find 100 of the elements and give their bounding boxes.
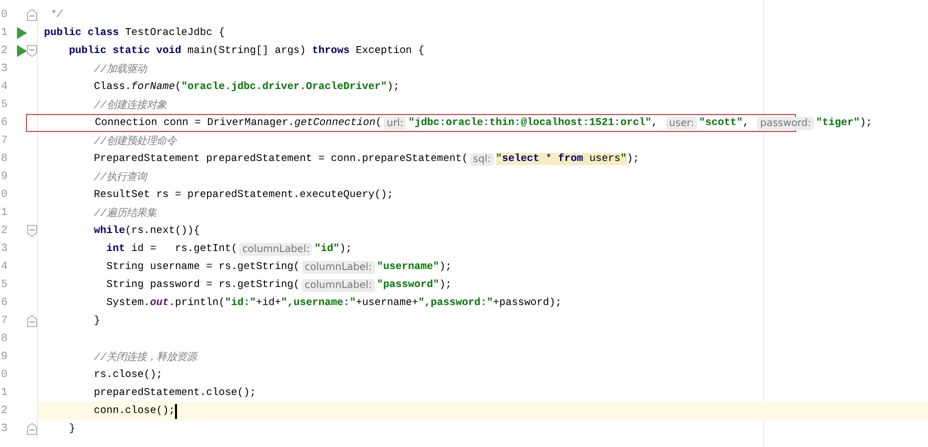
line-number: 0	[0, 369, 9, 381]
keyword: select	[502, 153, 540, 165]
parameter-hint: columnLabel:	[302, 260, 375, 274]
code-text: getConnection	[294, 117, 376, 129]
code-text: ,	[652, 117, 659, 129]
keyword: public class	[44, 27, 119, 39]
line-number: 0	[0, 189, 9, 201]
string-literal: "password"	[376, 279, 440, 291]
line-number: 1	[0, 387, 9, 399]
code-text: +id+	[256, 297, 281, 309]
code-text: conn.close();	[92, 405, 175, 417]
code-text: PreparedStatement preparedStatement = conn.prepareStatement(	[92, 153, 468, 165]
string-literal: "oracle.jdbc.driver.OracleDriver"	[181, 81, 387, 93]
line-number: 0	[0, 9, 9, 21]
string-literal: "	[496, 153, 502, 165]
parameter-hint: columnLabel:	[239, 242, 312, 256]
string-literal: "id"	[314, 243, 340, 255]
string-literal: ",username:"	[281, 297, 356, 309]
string-literal: "tiger"	[816, 117, 860, 129]
code-comment: //加载驱动	[92, 62, 146, 76]
line-number: 7	[0, 135, 9, 147]
code-text: );	[439, 279, 452, 291]
fold-icon[interactable]	[27, 45, 37, 57]
fold-icon[interactable]	[27, 423, 37, 435]
code-text: ResultSet rs = preparedStatement.executeQuery();	[92, 189, 394, 201]
line-number: 2	[0, 45, 9, 57]
code-text: String username = rs.getString(	[105, 261, 300, 273]
keyword: from	[558, 153, 584, 165]
code-text: Class.	[92, 81, 132, 93]
code-text: users	[583, 153, 620, 165]
line-number: 5	[0, 279, 9, 291]
line-number: 3	[0, 423, 9, 435]
code-text: (rs.next()){	[125, 225, 200, 237]
code-text: );	[386, 81, 400, 93]
code-text: +password);	[493, 297, 562, 309]
code-comment: //关闭连接，释放资源	[92, 350, 196, 364]
code-text: (	[174, 81, 182, 93]
line-number: 3	[0, 243, 9, 255]
string-literal: ",password:"	[418, 297, 494, 309]
string-literal: "id:"	[224, 297, 256, 309]
string-literal: "scott"	[699, 117, 743, 129]
parameter-hint: user:	[666, 116, 698, 130]
code-text: .println(	[168, 297, 225, 309]
string-literal: "jdbc:oracle:thin:@localhost:1521:orcl"	[408, 117, 652, 129]
code-text: Connection conn = DriverManager.	[94, 117, 294, 129]
parameter-hint: sql:	[470, 152, 494, 166]
line-number: 9	[0, 351, 9, 363]
code-comment: //遍历结果集	[92, 206, 156, 220]
code-text: System.	[105, 297, 150, 309]
line-number: 2	[0, 225, 9, 237]
keyword: public static void	[68, 45, 182, 57]
code-text: ,	[742, 117, 750, 129]
code-text: Exception {	[354, 45, 424, 57]
code-text: );	[860, 117, 872, 129]
parameter-hint: url:	[384, 116, 406, 130]
code-text: );	[439, 261, 452, 273]
code-text: main(String[] args)	[186, 45, 307, 57]
line-number: 4	[0, 81, 9, 93]
code-text: );	[339, 243, 352, 255]
code-text: }	[92, 315, 100, 327]
line-number: 1	[0, 27, 9, 39]
code-text: );	[626, 153, 640, 165]
code-comment: //执行查询	[92, 170, 146, 184]
code-editor[interactable]	[0, 0, 928, 447]
code-comment: //创建预处理命令	[92, 134, 176, 148]
fold-icon[interactable]	[27, 9, 37, 21]
line-number: 8	[0, 153, 9, 165]
keyword: int	[105, 243, 126, 255]
code-text: id = rs.getInt(	[130, 243, 238, 255]
run-icon[interactable]	[16, 27, 27, 39]
parameter-hint: columnLabel:	[302, 278, 375, 292]
keyword: throws	[312, 45, 350, 57]
line-number: 2	[0, 405, 9, 417]
code-text: *	[539, 153, 558, 165]
line-number: 4	[0, 261, 9, 273]
keyword: while	[92, 225, 126, 237]
code-text: out	[150, 297, 169, 309]
line-number: 6	[0, 297, 9, 309]
code-text: preparedStatement.close();	[92, 387, 256, 399]
line-number: 5	[0, 99, 9, 111]
code-text: rs.close();	[92, 369, 162, 381]
line-number: 8	[0, 333, 9, 345]
text-caret	[174, 404, 177, 418]
line-number: 9	[0, 171, 9, 183]
line-number: 3	[0, 63, 9, 75]
fold-icon[interactable]	[27, 315, 37, 327]
line-number: 1	[0, 207, 9, 219]
code-text: }	[68, 423, 76, 435]
line-number: 7	[0, 315, 9, 327]
code-text: String password = rs.getString(	[105, 279, 300, 291]
code-text: forName	[131, 81, 175, 93]
string-literal: "username"	[376, 261, 440, 273]
parameter-hint: password:	[757, 116, 814, 130]
code-text: +username+	[356, 297, 418, 309]
code-comment: //创建连接对象	[92, 98, 166, 112]
line-number: 6	[0, 117, 9, 129]
run-icon[interactable]	[16, 45, 27, 57]
code-text: (	[375, 117, 382, 129]
fold-icon[interactable]	[27, 225, 37, 237]
code-text: TestOracleJdbc {	[124, 27, 225, 39]
